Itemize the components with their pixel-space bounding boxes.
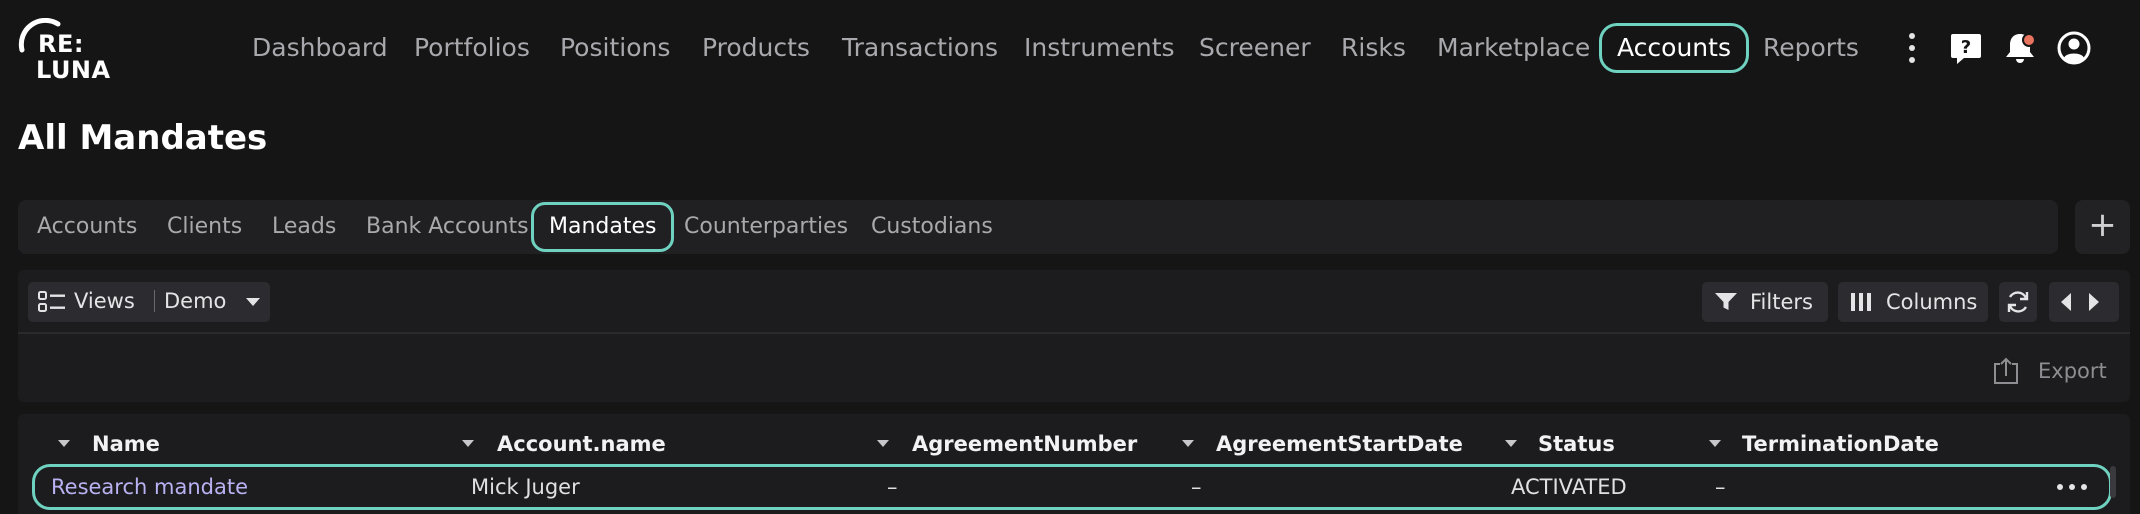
- help-chat-icon[interactable]: ?: [1948, 30, 1984, 66]
- nav-screener[interactable]: Screener: [1199, 23, 1311, 73]
- sort-caret-icon[interactable]: [1505, 440, 1517, 447]
- views-list-icon: [38, 291, 65, 312]
- table-scrollbar[interactable]: [2110, 466, 2116, 498]
- filters-button[interactable]: Filters: [1702, 282, 1828, 322]
- arrows-left-right-icon: [2061, 293, 2099, 311]
- tab-leads[interactable]: Leads: [272, 200, 336, 254]
- chevron-down-icon: [246, 298, 260, 306]
- top-nav: RE: LUNA Dashboard Portfolios Positions …: [0, 0, 2140, 100]
- column-header-status[interactable]: Status: [1538, 424, 1615, 464]
- export-icon: [1994, 357, 2018, 384]
- page-title: All Mandates: [18, 118, 268, 158]
- tab-mandates[interactable]: Mandates: [531, 202, 675, 252]
- tab-accounts[interactable]: Accounts: [37, 200, 137, 254]
- cell-termination-date: –: [1715, 475, 1726, 499]
- sort-caret-icon[interactable]: [1709, 440, 1721, 447]
- more-vertical-icon[interactable]: [1894, 30, 1930, 66]
- columns-label: Columns: [1886, 290, 1978, 314]
- nav-risks[interactable]: Risks: [1341, 23, 1406, 73]
- pager-button[interactable]: [2049, 282, 2119, 322]
- views-dropdown[interactable]: Views Demo: [28, 282, 270, 322]
- nav-instruments[interactable]: Instruments: [1024, 23, 1175, 73]
- nav-marketplace[interactable]: Marketplace: [1437, 23, 1590, 73]
- nav-portfolios[interactable]: Portfolios: [414, 23, 530, 73]
- columns-icon: [1851, 293, 1871, 311]
- nav-transactions[interactable]: Transactions: [842, 23, 998, 73]
- nav-reports[interactable]: Reports: [1763, 23, 1859, 73]
- filter-icon: [1715, 293, 1737, 310]
- mandates-table: Name Account.name AgreementNumber Agreem…: [18, 414, 2130, 514]
- views-separator: [154, 290, 155, 312]
- bell-icon[interactable]: [2002, 30, 2038, 66]
- logo-text-bottom: LUNA: [36, 56, 111, 84]
- cell-name-link[interactable]: Research mandate: [51, 467, 248, 507]
- column-header-name[interactable]: Name: [92, 424, 160, 464]
- cell-status: ACTIVATED: [1511, 475, 1627, 499]
- cell-agreement-number: –: [887, 475, 898, 499]
- export-button[interactable]: Export: [1990, 356, 2120, 388]
- notification-dot: [2022, 33, 2036, 47]
- refresh-icon: [2007, 291, 2029, 313]
- tab-custodians[interactable]: Custodians: [871, 200, 993, 254]
- views-label: Views: [74, 289, 135, 313]
- column-header-agreement-start-date[interactable]: AgreementStartDate: [1216, 424, 1463, 464]
- app-logo[interactable]: RE: LUNA: [18, 18, 111, 84]
- add-tab-button[interactable]: +: [2075, 200, 2130, 254]
- table-row[interactable]: Research mandate Mick Juger – – ACTIVATE…: [32, 464, 2112, 510]
- current-view-name: Demo: [164, 289, 227, 313]
- tab-counterparties[interactable]: Counterparties: [684, 200, 848, 254]
- nav-accounts[interactable]: Accounts: [1599, 23, 1749, 73]
- tab-bank-accounts[interactable]: Bank Accounts: [366, 200, 529, 254]
- columns-button[interactable]: Columns: [1838, 282, 1988, 322]
- nav-products[interactable]: Products: [702, 23, 810, 73]
- column-header-account-name[interactable]: Account.name: [497, 424, 666, 464]
- nav-positions[interactable]: Positions: [560, 23, 670, 73]
- sort-caret-icon[interactable]: [58, 440, 70, 447]
- sort-caret-icon[interactable]: [877, 440, 889, 447]
- column-header-agreement-number[interactable]: AgreementNumber: [912, 424, 1137, 464]
- cell-agreement-start-date: –: [1191, 475, 1202, 499]
- svg-text:?: ?: [1961, 37, 1971, 58]
- sort-caret-icon[interactable]: [1182, 440, 1194, 447]
- column-header-termination-date[interactable]: TerminationDate: [1742, 424, 1939, 464]
- sort-caret-icon[interactable]: [462, 440, 474, 447]
- tab-clients[interactable]: Clients: [167, 200, 242, 254]
- grid-toolbar-panel: Views Demo Filters Columns Export: [18, 270, 2130, 402]
- filters-label: Filters: [1750, 290, 1813, 314]
- row-actions-icon[interactable]: [2055, 477, 2089, 497]
- refresh-button[interactable]: [1999, 282, 2037, 322]
- nav-dashboard[interactable]: Dashboard: [252, 23, 388, 73]
- user-icon[interactable]: [2056, 30, 2092, 66]
- logo-text-top: RE:: [38, 30, 84, 58]
- cell-account-name: Mick Juger: [471, 475, 580, 499]
- toolbar-row: Views Demo Filters Columns: [18, 270, 2130, 334]
- sub-tabs: Accounts Clients Leads Bank Accounts Man…: [18, 200, 2058, 254]
- export-label: Export: [2038, 359, 2107, 383]
